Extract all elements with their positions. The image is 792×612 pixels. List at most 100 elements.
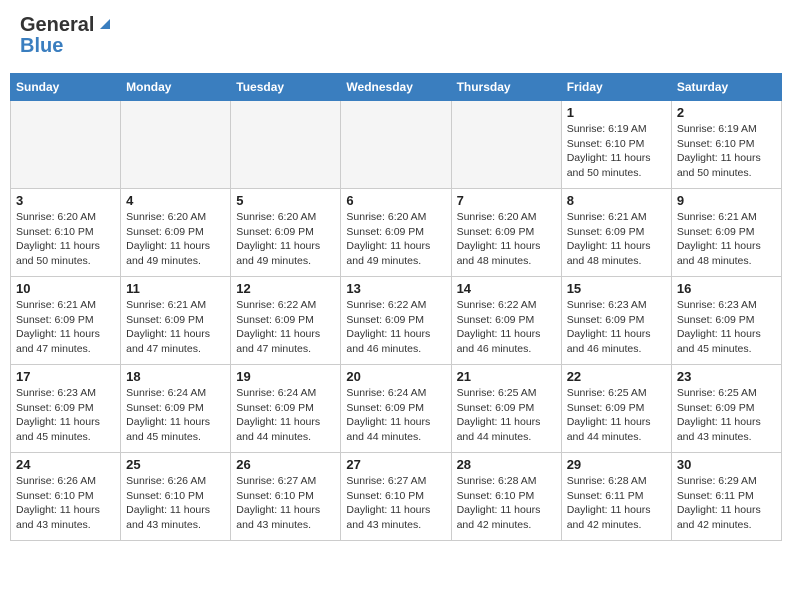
calendar-cell-empty [231, 101, 341, 189]
calendar-cell-4: 4 Sunrise: 6:20 AMSunset: 6:09 PMDaylight… [121, 189, 231, 277]
day-info: Sunrise: 6:22 AMSunset: 6:09 PMDaylight:… [457, 298, 556, 357]
day-info: Sunrise: 6:20 AMSunset: 6:09 PMDaylight:… [457, 210, 556, 269]
day-number: 14 [457, 281, 556, 296]
calendar-header-sunday: Sunday [11, 74, 121, 101]
calendar-cell-18: 18Sunrise: 6:24 AMSunset: 6:09 PMDayligh… [121, 365, 231, 453]
day-number: 16 [677, 281, 776, 296]
calendar-week-3: 17 Sunrise: 6:23 AMSunset: 6:09 PMDayligh… [11, 365, 782, 453]
day-number: 17 [16, 369, 115, 384]
day-info: Sunrise: 6:27 AMSunset: 6:10 PMDaylight:… [346, 474, 445, 533]
calendar-cell-9: 9Sunrise: 6:21 AMSunset: 6:09 PMDaylight… [671, 189, 781, 277]
day-info: Sunrise: 6:21 AMSunset: 6:09 PMDaylight:… [126, 298, 225, 357]
day-info: Sunrise: 6:20 AMSunset: 6:09 PMDaylight:… [126, 210, 225, 269]
calendar-header-monday: Monday [121, 74, 231, 101]
day-number: 5 [236, 193, 335, 208]
day-number: 30 [677, 457, 776, 472]
day-number: 27 [346, 457, 445, 472]
day-number: 24 [16, 457, 115, 472]
calendar-cell-20: 20 Sunrise: 6:24 AMSunset: 6:09 PMDayligh… [341, 365, 451, 453]
calendar-cell-22: 22 Sunrise: 6:25 AMSunset: 6:09 PMDayligh… [561, 365, 671, 453]
calendar-cell-14: 14 Sunrise: 6:22 AMSunset: 6:09 PMDayligh… [451, 277, 561, 365]
calendar-cell-1: 1 Sunrise: 6:19 AMSunset: 6:10 PMDaylight… [561, 101, 671, 189]
calendar-cell-empty [341, 101, 451, 189]
calendar-cell-19: 19Sunrise: 6:24 AMSunset: 6:09 PMDayligh… [231, 365, 341, 453]
day-number: 10 [16, 281, 115, 296]
day-info: Sunrise: 6:25 AMSunset: 6:09 PMDaylight:… [567, 386, 666, 445]
calendar-cell-25: 25 Sunrise: 6:26 AMSunset: 6:10 PMDayligh… [121, 453, 231, 541]
calendar-week-2: 10 Sunrise: 6:21 AMSunset: 6:09 PMDayligh… [11, 277, 782, 365]
calendar-header-wednesday: Wednesday [341, 74, 451, 101]
calendar-cell-5: 5 Sunrise: 6:20 AMSunset: 6:09 PMDaylight… [231, 189, 341, 277]
day-info: Sunrise: 6:23 AMSunset: 6:09 PMDaylight:… [567, 298, 666, 357]
day-number: 12 [236, 281, 335, 296]
day-info: Sunrise: 6:25 AMSunset: 6:09 PMDaylight:… [677, 386, 776, 445]
calendar-cell-12: 12 Sunrise: 6:22 AMSunset: 6:09 PMDayligh… [231, 277, 341, 365]
calendar-header-saturday: Saturday [671, 74, 781, 101]
calendar-header-row: SundayMondayTuesdayWednesdayThursdayFrid… [11, 74, 782, 101]
day-number: 29 [567, 457, 666, 472]
calendar-cell-26: 26 Sunrise: 6:27 AMSunset: 6:10 PMDayligh… [231, 453, 341, 541]
day-number: 4 [126, 193, 225, 208]
day-info: Sunrise: 6:19 AMSunset: 6:10 PMDaylight:… [677, 122, 776, 181]
calendar-cell-24: 24 Sunrise: 6:26 AMSunset: 6:10 PMDayligh… [11, 453, 121, 541]
day-info: Sunrise: 6:22 AMSunset: 6:09 PMDaylight:… [236, 298, 335, 357]
logo-text-general: General [20, 15, 94, 35]
logo: General Blue [20, 15, 114, 58]
calendar-week-4: 24 Sunrise: 6:26 AMSunset: 6:10 PMDayligh… [11, 453, 782, 541]
calendar-cell-empty [121, 101, 231, 189]
calendar-cell-16: 16Sunrise: 6:23 AMSunset: 6:09 PMDayligh… [671, 277, 781, 365]
calendar-cell-27: 27 Sunrise: 6:27 AMSunset: 6:10 PMDayligh… [341, 453, 451, 541]
calendar-header-friday: Friday [561, 74, 671, 101]
day-info: Sunrise: 6:20 AMSunset: 6:09 PMDaylight:… [346, 210, 445, 269]
day-info: Sunrise: 6:19 AMSunset: 6:10 PMDaylight:… [567, 122, 666, 181]
calendar-cell-empty [11, 101, 121, 189]
calendar-cell-28: 28Sunrise: 6:28 AMSunset: 6:10 PMDayligh… [451, 453, 561, 541]
day-info: Sunrise: 6:24 AMSunset: 6:09 PMDaylight:… [126, 386, 225, 445]
calendar-header-thursday: Thursday [451, 74, 561, 101]
day-number: 20 [346, 369, 445, 384]
page-header: General Blue [10, 10, 782, 63]
day-info: Sunrise: 6:21 AMSunset: 6:09 PMDaylight:… [677, 210, 776, 269]
day-number: 7 [457, 193, 556, 208]
day-number: 21 [457, 369, 556, 384]
calendar-cell-10: 10 Sunrise: 6:21 AMSunset: 6:09 PMDayligh… [11, 277, 121, 365]
calendar-cell-17: 17 Sunrise: 6:23 AMSunset: 6:09 PMDayligh… [11, 365, 121, 453]
day-info: Sunrise: 6:20 AMSunset: 6:10 PMDaylight:… [16, 210, 115, 269]
day-info: Sunrise: 6:20 AMSunset: 6:09 PMDaylight:… [236, 210, 335, 269]
calendar-cell-2: 2Sunrise: 6:19 AMSunset: 6:10 PMDaylight… [671, 101, 781, 189]
day-info: Sunrise: 6:24 AMSunset: 6:09 PMDaylight:… [236, 386, 335, 445]
day-info: Sunrise: 6:27 AMSunset: 6:10 PMDaylight:… [236, 474, 335, 533]
day-info: Sunrise: 6:21 AMSunset: 6:09 PMDaylight:… [16, 298, 115, 357]
calendar-cell-11: 11Sunrise: 6:21 AMSunset: 6:09 PMDayligh… [121, 277, 231, 365]
calendar-cell-23: 23 Sunrise: 6:25 AMSunset: 6:09 PMDayligh… [671, 365, 781, 453]
day-info: Sunrise: 6:23 AMSunset: 6:09 PMDaylight:… [16, 386, 115, 445]
day-info: Sunrise: 6:29 AMSunset: 6:11 PMDaylight:… [677, 474, 776, 533]
day-number: 3 [16, 193, 115, 208]
calendar-cell-30: 30 Sunrise: 6:29 AMSunset: 6:11 PMDayligh… [671, 453, 781, 541]
logo-text-blue: Blue [20, 35, 63, 58]
day-info: Sunrise: 6:21 AMSunset: 6:09 PMDaylight:… [567, 210, 666, 269]
day-number: 22 [567, 369, 666, 384]
day-info: Sunrise: 6:25 AMSunset: 6:09 PMDaylight:… [457, 386, 556, 445]
calendar-header-tuesday: Tuesday [231, 74, 341, 101]
day-number: 25 [126, 457, 225, 472]
day-info: Sunrise: 6:22 AMSunset: 6:09 PMDaylight:… [346, 298, 445, 357]
calendar-cell-29: 29 Sunrise: 6:28 AMSunset: 6:11 PMDayligh… [561, 453, 671, 541]
calendar-cell-8: 8Sunrise: 6:21 AMSunset: 6:09 PMDaylight… [561, 189, 671, 277]
calendar-week-1: 3 Sunrise: 6:20 AMSunset: 6:10 PMDaylight… [11, 189, 782, 277]
calendar-cell-6: 6Sunrise: 6:20 AMSunset: 6:09 PMDaylight… [341, 189, 451, 277]
calendar-cell-15: 15Sunrise: 6:23 AMSunset: 6:09 PMDayligh… [561, 277, 671, 365]
day-info: Sunrise: 6:26 AMSunset: 6:10 PMDaylight:… [126, 474, 225, 533]
calendar-cell-21: 21 Sunrise: 6:25 AMSunset: 6:09 PMDayligh… [451, 365, 561, 453]
day-number: 1 [567, 105, 666, 120]
day-number: 23 [677, 369, 776, 384]
day-info: Sunrise: 6:26 AMSunset: 6:10 PMDaylight:… [16, 474, 115, 533]
day-number: 26 [236, 457, 335, 472]
calendar-cell-3: 3 Sunrise: 6:20 AMSunset: 6:10 PMDaylight… [11, 189, 121, 277]
day-info: Sunrise: 6:24 AMSunset: 6:09 PMDaylight:… [346, 386, 445, 445]
calendar-cell-empty [451, 101, 561, 189]
calendar-table: SundayMondayTuesdayWednesdayThursdayFrid… [10, 73, 782, 541]
day-info: Sunrise: 6:28 AMSunset: 6:10 PMDaylight:… [457, 474, 556, 533]
day-info: Sunrise: 6:28 AMSunset: 6:11 PMDaylight:… [567, 474, 666, 533]
calendar-cell-7: 7 Sunrise: 6:20 AMSunset: 6:09 PMDaylight… [451, 189, 561, 277]
